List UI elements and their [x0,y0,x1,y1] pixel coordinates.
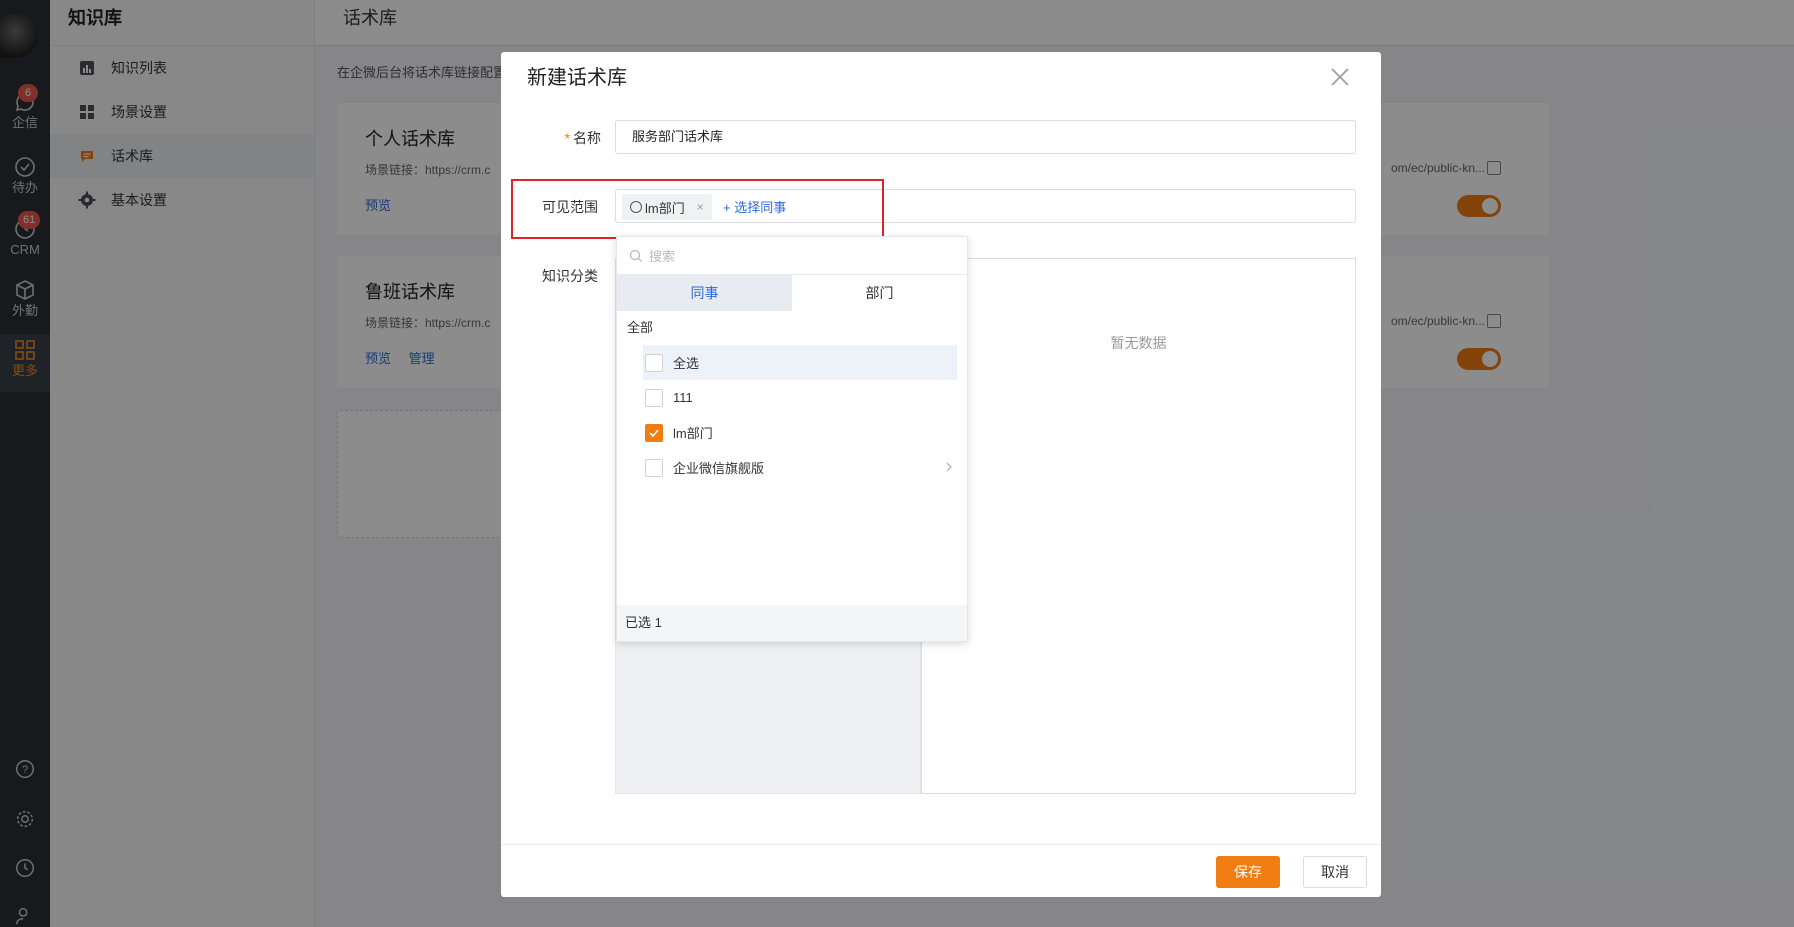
close-icon [1331,68,1349,86]
name-label: * 名称 [564,130,601,146]
tab-departments[interactable]: 部门 [792,275,967,311]
dialog-footer: 保存 取消 [501,844,1381,897]
search-input[interactable]: 搜索 [617,237,967,275]
picker-tabs: 同事 部门 [617,275,967,311]
empty-state: 暂无数据 [1110,335,1167,351]
checkbox[interactable] [645,458,663,477]
check-icon [649,428,659,437]
search-placeholder: 搜索 [649,249,676,264]
selected-count: 已选 1 [617,605,967,641]
option-department[interactable]: 111 [643,380,957,415]
option-select-all[interactable]: 全选 [643,345,957,380]
close-button[interactable] [1327,64,1353,90]
checkbox[interactable] [645,353,663,372]
highlight-box [511,179,884,239]
scope-picker-dropdown: 搜索 同事 部门 全部 全选 111 lm部门 企业微信旗舰版 已选 1 [616,236,968,642]
checkbox[interactable] [645,388,663,407]
option-label: 111 [673,390,693,405]
category-label: 知识分类 [542,268,598,284]
checkbox-checked[interactable] [645,423,663,442]
chevron-right-icon[interactable] [943,461,955,473]
option-label: lm部门 [673,426,713,441]
option-department[interactable]: 企业微信旗舰版 [643,450,957,485]
option-label: 全选 [673,356,700,371]
required-mark: * [564,130,570,146]
dialog-title: 新建话术库 [527,67,627,89]
option-label: 企业微信旗舰版 [673,461,765,476]
tree-root-label: 全部 [627,320,654,335]
option-department[interactable]: lm部门 [643,415,957,450]
search-icon [629,249,642,262]
save-button[interactable]: 保存 [1216,856,1280,888]
category-detail-panel: 暂无数据 [921,258,1356,794]
name-input[interactable]: 服务部门话术库 [615,120,1356,154]
cancel-button[interactable]: 取消 [1303,856,1367,888]
tab-colleagues[interactable]: 同事 [617,275,792,311]
